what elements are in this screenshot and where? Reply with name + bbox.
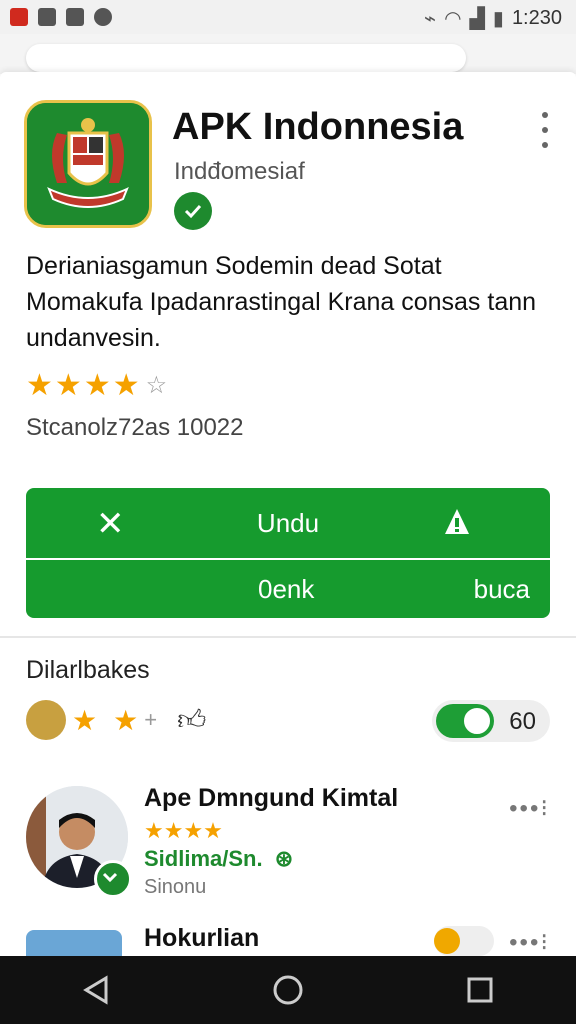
- reviewer-subtitle: Sidlima/Sn. ⊛: [144, 846, 293, 872]
- download-button[interactable]: ✕ Undu: [26, 488, 550, 558]
- app-description: Derianiasgamun Sodemin dead Sotat Momaku…: [26, 252, 537, 352]
- app-icon: [24, 100, 152, 228]
- reviewer-2-image[interactable]: [26, 930, 122, 956]
- more-options-button[interactable]: [540, 112, 550, 148]
- app-details-sheet: APK Indonnesia Indđomesiaf Derianiasgamu…: [0, 72, 576, 956]
- recents-square-icon: [467, 977, 493, 1003]
- square-notification-icon: [38, 8, 56, 26]
- signal-icon: ▟: [469, 8, 485, 30]
- status-bar: ⌁ ◠ ▟ ▮ 1:230: [0, 0, 576, 34]
- reviewer-subtitle-text: Sidlima/Sn.: [144, 846, 263, 871]
- background-search-bar: [26, 44, 466, 72]
- mail-notification-icon: [66, 8, 84, 26]
- review-more-button[interactable]: •••⁝: [509, 794, 550, 823]
- reviewer-name: Ape Dmngund Kimtal: [144, 784, 399, 812]
- open-button-row[interactable]: 0enk buca: [26, 560, 550, 618]
- open-label[interactable]: 0enk: [258, 574, 314, 605]
- reviews-toggle[interactable]: 60: [432, 700, 550, 742]
- thumbs-up-icon[interactable]: 👍︎: [177, 703, 206, 737]
- half-star-icon: ☆: [145, 372, 168, 399]
- alert-icon: [445, 509, 469, 534]
- clock-notification-icon: [94, 8, 112, 26]
- star-icon: ★: [72, 704, 98, 736]
- back-button[interactable]: [76, 970, 116, 1010]
- toggle-knob: [434, 928, 460, 954]
- app-notification-icon: [10, 8, 28, 26]
- app-rating: ★ ★ ★ ★ ☆: [26, 368, 167, 403]
- background-page: [0, 34, 576, 74]
- reviews-section-title: Dilarlbakes: [26, 656, 150, 684]
- reviews-count: 60: [509, 708, 536, 735]
- buca-label[interactable]: buca: [474, 574, 530, 605]
- star-icon: ★: [54, 369, 82, 402]
- verified-badge-icon: [94, 860, 132, 898]
- reviewer-stars: ★★★★: [144, 818, 223, 843]
- reviewer-subtext: Sinonu: [144, 876, 207, 898]
- status-time: 1:230: [511, 7, 562, 29]
- back-triangle-icon: [83, 975, 108, 1005]
- check-circle-icon: ⊛: [274, 846, 294, 871]
- verified-check-icon: [174, 192, 212, 230]
- star-icon: ★: [112, 369, 140, 402]
- developer-name[interactable]: Indđomesiaf: [174, 158, 305, 186]
- rating-summary-row: ★ ★ + 👍︎: [26, 700, 206, 740]
- reviewer-avatar: [26, 700, 66, 740]
- plus-icon: +: [144, 707, 158, 732]
- section-divider: [0, 636, 576, 638]
- reviewer-2-toggle[interactable]: [434, 926, 494, 956]
- app-title: APK Indonnesia: [172, 106, 464, 148]
- star-icon: ★: [26, 369, 53, 402]
- home-circle-icon: [273, 975, 303, 1005]
- app-stats: Stcanolz72as 10022: [26, 414, 244, 441]
- review-2-more-button[interactable]: •••⁝: [509, 928, 550, 957]
- recents-button[interactable]: [460, 970, 500, 1010]
- wifi-icon: ◠: [444, 8, 462, 30]
- system-nav-bar: [0, 956, 576, 1024]
- vibrate-icon: ⌁: [424, 8, 437, 30]
- star-icon: ★: [113, 704, 139, 736]
- coat-of-arms-icon: [27, 103, 149, 225]
- star-icon: ★: [83, 369, 111, 402]
- home-button[interactable]: [268, 970, 308, 1010]
- battery-icon: ▮: [492, 8, 504, 30]
- toggle-knob: [462, 706, 492, 736]
- reviewer-2-name: Hokurlian: [144, 924, 260, 952]
